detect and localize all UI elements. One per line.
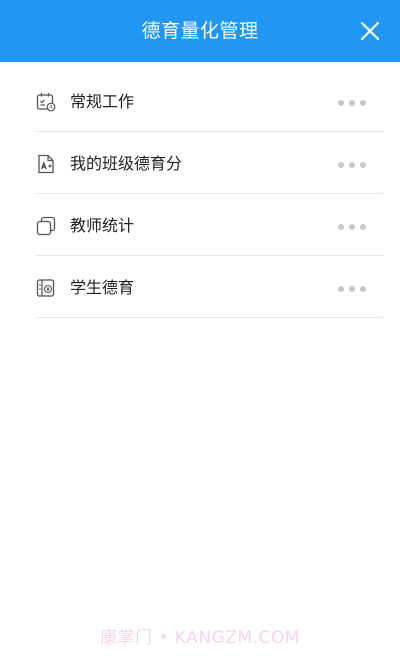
more-button[interactable] — [337, 280, 367, 292]
menu-item-label: 常规工作 — [70, 92, 135, 111]
watermark: 康掌门 • KANGZM.COM — [100, 628, 300, 648]
more-dots-icon — [338, 162, 366, 168]
more-button[interactable] — [337, 94, 367, 106]
grade-a-plus-icon — [36, 154, 56, 174]
menu-item-label: 教师统计 — [70, 216, 135, 235]
page-title: 德育量化管理 — [141, 20, 259, 42]
menu-item-student-moral[interactable]: 学生德育 — [36, 256, 383, 318]
calendar-clock-icon — [36, 92, 56, 112]
menu-item-label: 我的班级德育分 — [70, 154, 183, 173]
menu-list: 常规工作 我的班级德育分 教师统计 学生德育 — [36, 70, 383, 318]
menu-item-my-class-score[interactable]: 我的班级德育分 — [36, 132, 383, 194]
close-button[interactable] — [358, 19, 382, 43]
more-button[interactable] — [337, 218, 367, 230]
close-icon — [360, 21, 380, 41]
menu-item-teacher-stats[interactable]: 教师统计 — [36, 194, 383, 256]
ledger-icon — [36, 278, 56, 298]
stacked-copy-icon — [36, 216, 56, 236]
app-header: 德育量化管理 — [0, 0, 400, 62]
more-dots-icon — [338, 224, 366, 230]
menu-item-routine-work[interactable]: 常规工作 — [36, 70, 383, 132]
more-dots-icon — [338, 100, 366, 106]
more-button[interactable] — [337, 156, 367, 168]
more-dots-icon — [338, 286, 366, 292]
menu-item-label: 学生德育 — [70, 278, 135, 297]
